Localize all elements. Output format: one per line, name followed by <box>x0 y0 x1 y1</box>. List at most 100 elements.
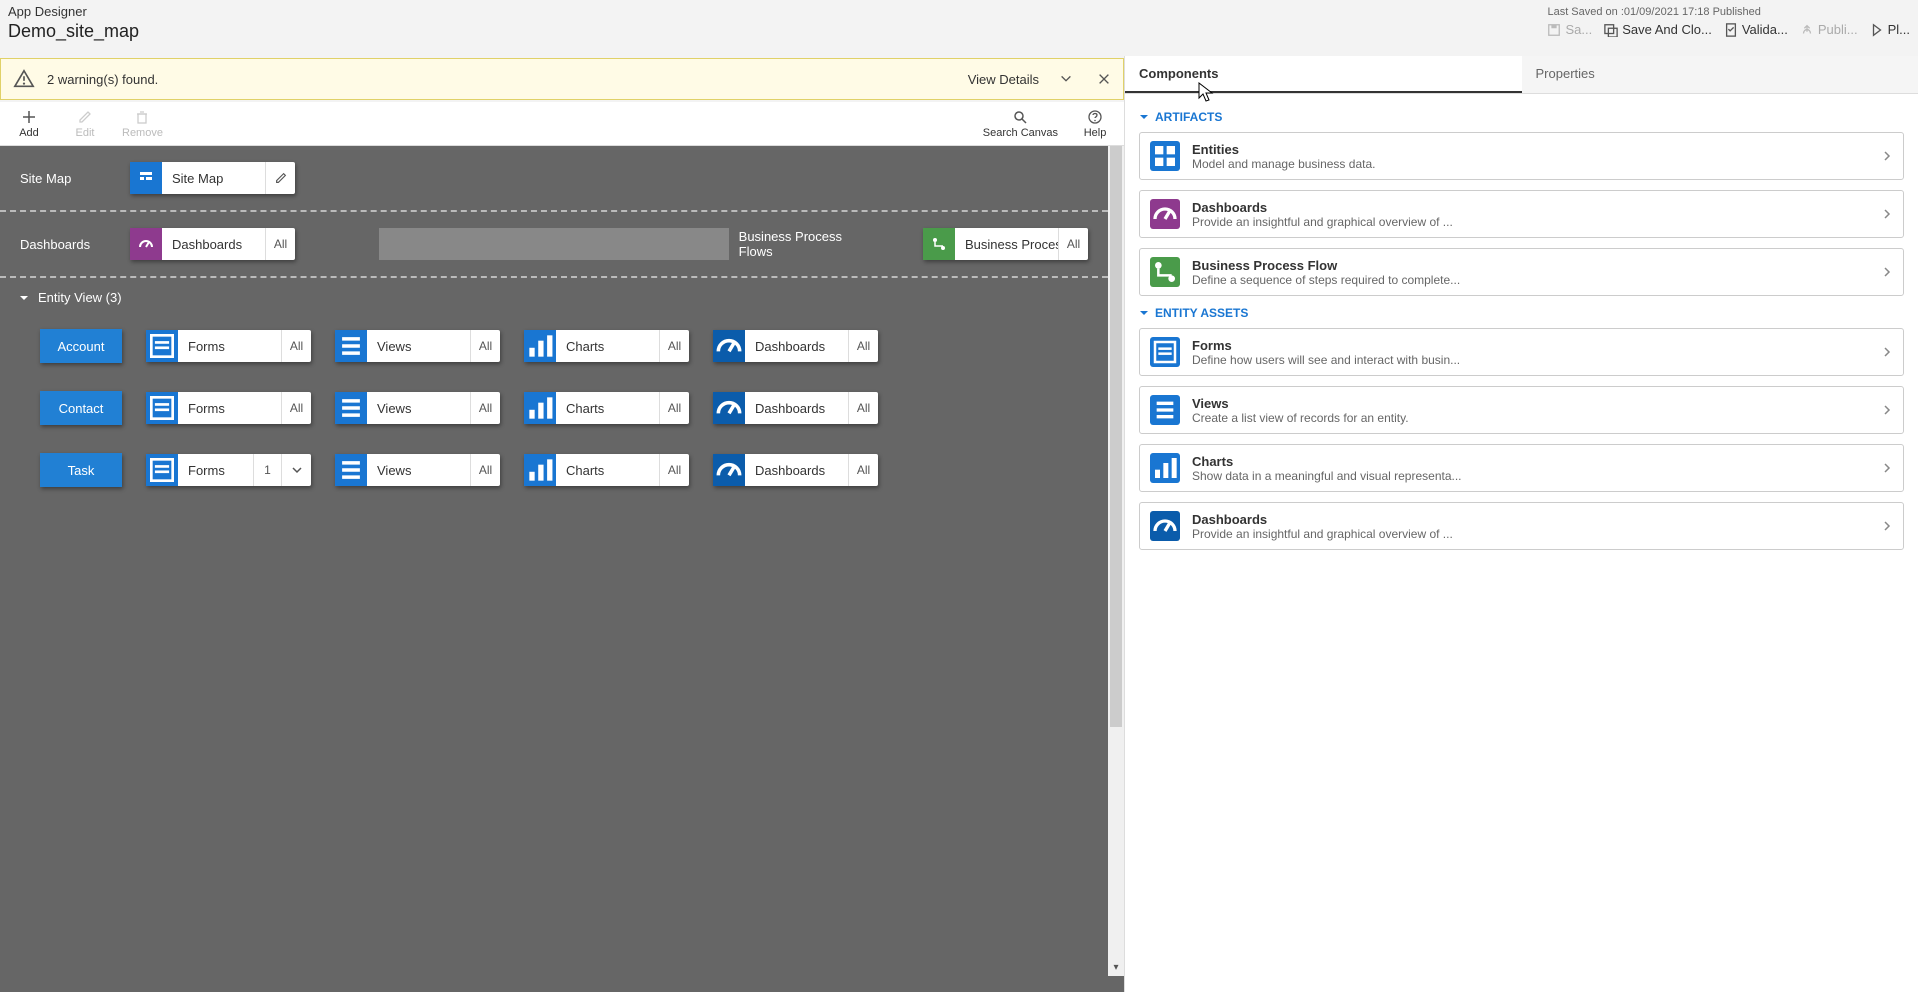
caret-down-icon <box>1139 112 1149 122</box>
group-entity-assets[interactable]: ENTITY ASSETS <box>1139 306 1904 320</box>
asset-views[interactable]: ViewsCreate a list view of records for a… <box>1139 386 1904 434</box>
dashboards-tile[interactable]: DashboardsAll <box>713 454 878 486</box>
caret-down-icon <box>18 292 30 304</box>
asset-forms[interactable]: FormsDefine how users will see and inter… <box>1139 328 1904 376</box>
dashboards-tile[interactable]: DashboardsAll <box>713 330 878 362</box>
save-button[interactable]: Sa... <box>1547 22 1592 37</box>
list-icon <box>335 330 367 362</box>
gauge-icon <box>713 454 745 486</box>
validate-button[interactable]: Valida... <box>1724 22 1788 37</box>
dashboards-tile[interactable]: DashboardsAll <box>713 392 878 424</box>
canvas-toolbar: Add Edit Remove Search Canvas <box>0 102 1124 146</box>
search-icon <box>1012 109 1028 125</box>
chevron-right-icon <box>1881 346 1893 358</box>
list-icon <box>335 392 367 424</box>
close-icon[interactable] <box>1097 72 1111 86</box>
chevron-right-icon <box>1881 208 1893 220</box>
chevron-down-icon[interactable] <box>281 454 311 486</box>
views-tile[interactable]: ViewsAll <box>335 454 500 486</box>
views-tile[interactable]: ViewsAll <box>335 330 500 362</box>
save-icon <box>1547 23 1561 37</box>
warning-text: 2 warning(s) found. <box>47 72 956 87</box>
entity-account-button[interactable]: Account <box>40 329 122 363</box>
gauge-icon <box>1150 511 1180 541</box>
edit-button[interactable]: Edit <box>66 109 104 139</box>
charts-tile[interactable]: ChartsAll <box>524 330 689 362</box>
play-icon <box>1870 23 1884 37</box>
warning-icon <box>13 68 35 90</box>
add-button[interactable]: Add <box>10 109 48 139</box>
trash-icon <box>134 109 150 125</box>
artifact-entities[interactable]: EntitiesModel and manage business data. <box>1139 132 1904 180</box>
publish-button[interactable]: Publi... <box>1800 22 1858 37</box>
grid-icon <box>1150 141 1180 171</box>
chevron-right-icon <box>1881 404 1893 416</box>
chart-icon <box>1150 453 1180 483</box>
gauge-icon <box>713 330 745 362</box>
forms-tile[interactable]: FormsAll <box>146 330 311 362</box>
gauge-icon <box>130 228 162 260</box>
publish-icon <box>1800 23 1814 37</box>
forms-tile[interactable]: Forms1 <box>146 454 311 486</box>
list-icon <box>1150 395 1180 425</box>
dashboards-tile[interactable]: Dashboards All <box>130 228 295 260</box>
entity-row-contact: Contact FormsAll ViewsAll ChartsAll Dashboar… <box>20 377 1088 439</box>
artifact-dashboards[interactable]: DashboardsProvide an insightful and grap… <box>1139 190 1904 238</box>
pencil-icon <box>77 109 93 125</box>
asset-charts[interactable]: ChartsShow data in a meaningful and visu… <box>1139 444 1904 492</box>
chevron-right-icon <box>1881 520 1893 532</box>
scroll-down-icon[interactable]: ▾ <box>1110 962 1122 976</box>
form-icon <box>146 454 178 486</box>
chevron-right-icon <box>1881 462 1893 474</box>
asset-dashboards[interactable]: DashboardsProvide an insightful and grap… <box>1139 502 1904 550</box>
tab-components[interactable]: Components <box>1125 56 1522 93</box>
warning-banner: 2 warning(s) found. View Details <box>0 58 1124 100</box>
vertical-scrollbar[interactable]: ▾ <box>1108 146 1124 976</box>
search-canvas-button[interactable]: Search Canvas <box>983 109 1058 139</box>
design-canvas: Site Map Site Map Dash <box>0 146 1124 992</box>
help-icon <box>1087 109 1103 125</box>
artifact-business process flow[interactable]: Business Process FlowDefine a sequence o… <box>1139 248 1904 296</box>
help-button[interactable]: Help <box>1076 109 1114 139</box>
app-title: App Designer <box>8 4 139 19</box>
views-tile[interactable]: ViewsAll <box>335 392 500 424</box>
form-icon <box>1150 337 1180 367</box>
remove-button[interactable]: Remove <box>122 109 163 139</box>
chevron-down-icon[interactable] <box>1059 72 1073 86</box>
forms-tile[interactable]: FormsAll <box>146 392 311 424</box>
sitemap-label: Site Map <box>20 171 110 186</box>
entity-row-task: Task Forms1 ViewsAll ChartsAll DashboardsAll <box>20 439 1088 501</box>
charts-tile[interactable]: ChartsAll <box>524 454 689 486</box>
gauge-icon <box>713 392 745 424</box>
plus-icon <box>21 109 37 125</box>
chevron-right-icon <box>1881 150 1893 162</box>
sitemap-tile[interactable]: Site Map <box>130 162 295 194</box>
group-artifacts[interactable]: ARTIFACTS <box>1139 110 1904 124</box>
scrollbar-thumb[interactable] <box>1110 146 1122 727</box>
last-saved-text: Last Saved on :01/09/2021 17:18 Publishe… <box>1547 6 1760 18</box>
form-icon <box>146 392 178 424</box>
form-icon <box>146 330 178 362</box>
app-header: App Designer Demo_site_map Last Saved on… <box>0 0 1918 56</box>
play-button[interactable]: Pl... <box>1870 22 1910 37</box>
view-details-link[interactable]: View Details <box>968 72 1039 87</box>
bpf-tile[interactable]: Business Proces... All <box>923 228 1088 260</box>
save-close-icon <box>1604 23 1618 37</box>
list-icon <box>335 454 367 486</box>
edit-sitemap-icon[interactable] <box>265 162 295 194</box>
chart-icon <box>524 454 556 486</box>
bpf-label: Business Process Flows <box>739 229 879 259</box>
save-and-close-button[interactable]: Save And Clo... <box>1604 22 1712 37</box>
charts-tile[interactable]: ChartsAll <box>524 392 689 424</box>
flow-icon <box>923 228 955 260</box>
entity-row-account: Account FormsAll ViewsAll ChartsAll Dashboar… <box>20 315 1088 377</box>
tab-properties[interactable]: Properties <box>1522 56 1918 93</box>
validate-icon <box>1724 23 1738 37</box>
chart-icon <box>524 330 556 362</box>
entity-task-button[interactable]: Task <box>40 453 122 487</box>
entity-contact-button[interactable]: Contact <box>40 391 122 425</box>
caret-down-icon <box>1139 308 1149 318</box>
entity-view-header[interactable]: Entity View (3) <box>0 278 1108 311</box>
flow-icon <box>1150 257 1180 287</box>
right-panel: Components Properties ARTIFACTS Entities… <box>1125 56 1918 992</box>
